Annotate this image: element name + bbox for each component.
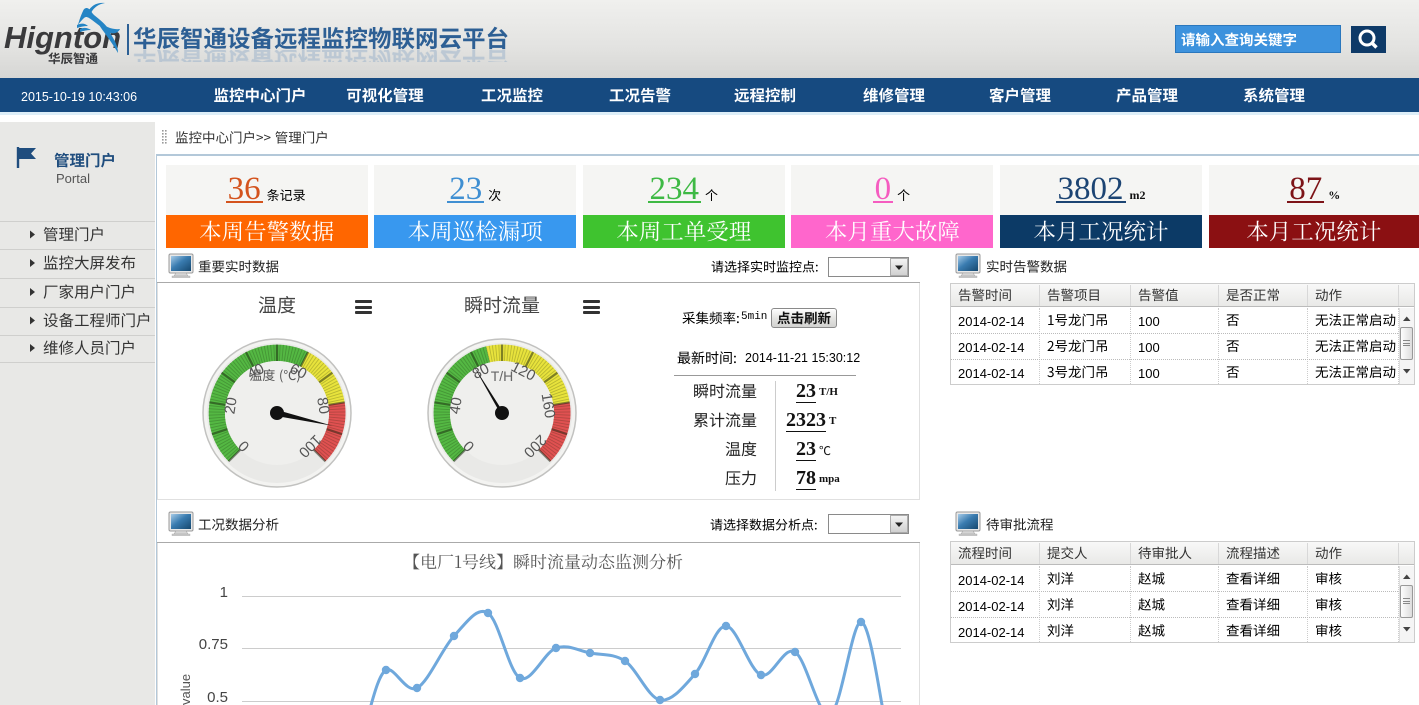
svg-text:80: 80	[313, 396, 332, 415]
svg-text:T/H: T/H	[491, 368, 514, 384]
svg-text:40: 40	[446, 396, 465, 415]
svg-text:value: value	[178, 674, 193, 705]
svg-text:20: 20	[221, 396, 240, 415]
